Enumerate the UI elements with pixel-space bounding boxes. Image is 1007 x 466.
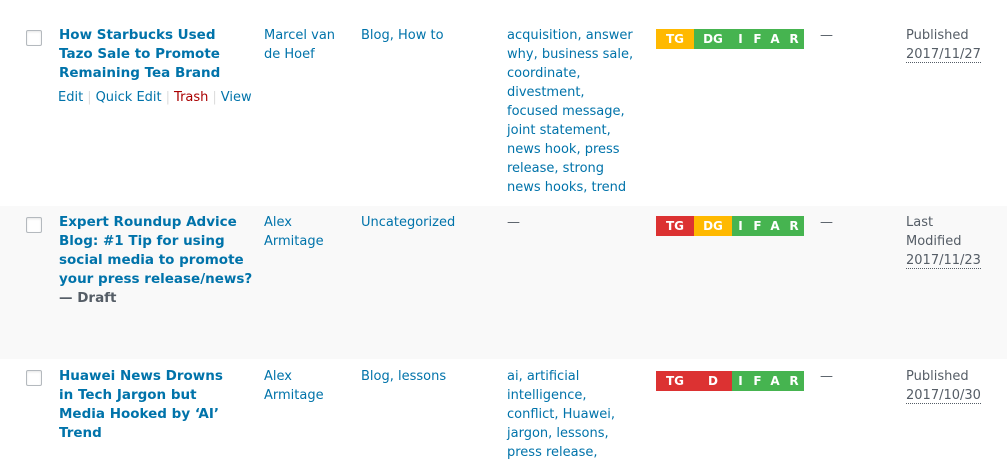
author-link[interactable]: Alex Armitage (264, 213, 346, 251)
score-badge-r: R (784, 29, 804, 49)
score-badge-f: F (749, 29, 766, 49)
post-title-link[interactable]: Huawei News Drowns in Tech Jargon but Me… (59, 367, 239, 443)
table-row: Huawei News Drowns in Tech Jargon but Me… (0, 359, 1007, 466)
score-badge-a: A (766, 29, 784, 49)
view-link[interactable]: View (221, 90, 252, 105)
post-date: Published 2017/11/27 (906, 26, 1006, 64)
post-state: — Draft (59, 290, 117, 306)
score-badge-f: F (749, 216, 766, 236)
categories-links[interactable]: Uncategorized (361, 213, 491, 232)
score-badge-i: I (732, 371, 749, 391)
score-badge-r: R (784, 216, 804, 236)
score-badge-r: R (784, 371, 804, 391)
tags-links[interactable]: ai, artificial intelligence, conflict, H… (507, 367, 617, 462)
categories-links[interactable]: Blog, How to (361, 26, 491, 45)
date-status: Published (906, 28, 969, 43)
seo-score-bar: TG DG I F A R (656, 29, 804, 49)
post-title-link[interactable]: Expert Roundup Advice Blog: #1 Tip for u… (59, 213, 254, 308)
date-value: 2017/11/23 (906, 253, 981, 269)
date-status: Published (906, 369, 969, 384)
seo-score-bar: TG DG I F A R (656, 216, 804, 236)
score-badge-tg: TG (656, 29, 694, 49)
score-badge-f: F (749, 371, 766, 391)
score-badge-i: I (732, 29, 749, 49)
trash-link[interactable]: Trash (174, 90, 208, 105)
score-badge-tg: TG (656, 216, 694, 236)
categories-links[interactable]: Blog, lessons (361, 367, 491, 386)
date-value: 2017/10/30 (906, 388, 981, 404)
quick-edit-link[interactable]: Quick Edit (96, 90, 162, 105)
table-row: How Starbucks Used Tazo Sale to Promote … (0, 0, 1007, 207)
row-actions: Edit | Quick Edit | Trash | View (58, 90, 252, 105)
score-badge-dg: DG (694, 216, 732, 236)
seo-score-bar: TG D I F A R (656, 371, 804, 391)
edit-link[interactable]: Edit (58, 90, 83, 105)
author-link[interactable]: Alex Armitage (264, 367, 346, 405)
tags-links[interactable]: acquisition, answer why, business sale, … (507, 26, 637, 197)
comments-count: — (820, 215, 833, 230)
author-link[interactable]: Marcel van de Hoef (264, 26, 346, 64)
table-row: Expert Roundup Advice Blog: #1 Tip for u… (0, 206, 1007, 360)
comments-count: — (820, 369, 833, 384)
post-date: Published 2017/10/30 (906, 367, 1006, 405)
score-badge-tg: TG (656, 371, 694, 391)
score-badge-a: A (766, 371, 784, 391)
row-checkbox[interactable] (26, 217, 42, 233)
date-status: Last Modified (906, 215, 962, 249)
post-date: Last Modified 2017/11/23 (906, 213, 986, 270)
score-badge-a: A (766, 216, 784, 236)
row-checkbox[interactable] (26, 30, 42, 46)
row-checkbox[interactable] (26, 370, 42, 386)
score-badge-dg: DG (694, 29, 732, 49)
date-value: 2017/11/27 (906, 47, 981, 63)
comments-count: — (820, 28, 833, 43)
tags-empty: — (507, 215, 520, 230)
score-badge-d: D (694, 371, 732, 391)
posts-table: How Starbucks Used Tazo Sale to Promote … (0, 0, 1007, 466)
post-title-link[interactable]: How Starbucks Used Tazo Sale to Promote … (59, 26, 249, 83)
score-badge-i: I (732, 216, 749, 236)
